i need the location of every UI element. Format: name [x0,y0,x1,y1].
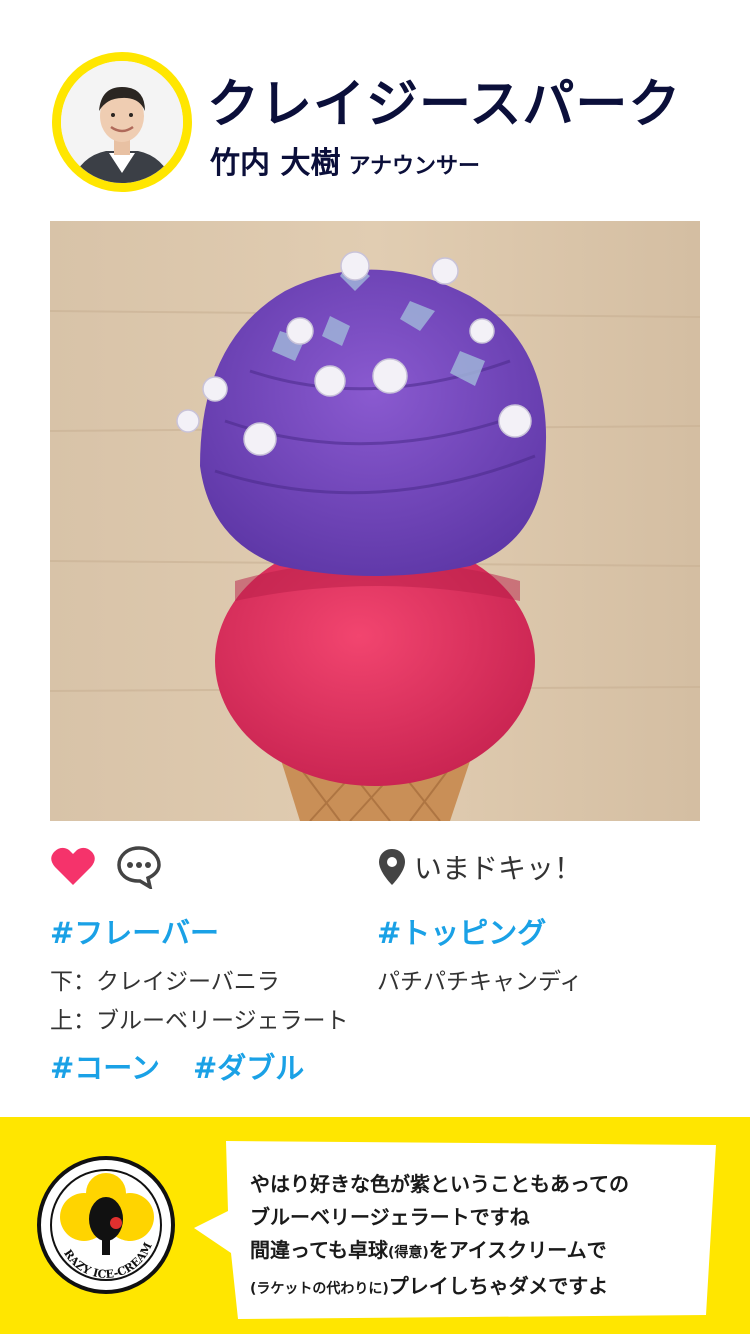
person-role: アナウンサー [348,154,481,179]
comment-line-1: やはり好きな色が紫ということもあっての [250,1172,629,1196]
comment-line-4: (ラケットの代わりに)プレイしちゃダメですよ [250,1274,609,1298]
like-button[interactable] [50,845,96,887]
cone-tag[interactable]: #コーン [50,1045,160,1087]
topping-value: パチパチキャンディ [377,969,583,995]
flavor-bottom: 下：クレイジーバニラ [50,969,280,995]
comment-button[interactable] [116,845,162,891]
double-tag[interactable]: #ダブル [193,1045,304,1087]
flavor-top: 上：ブルーベリージェラート [50,1008,349,1034]
avatar-portrait [61,61,183,183]
person-name: 竹内 大樹 [210,146,341,181]
comment-line-2: ブルーベリージェラートですね [250,1205,530,1229]
topping-tag[interactable]: #トッピング [377,910,546,952]
flavor-tag[interactable]: #フレーバー [50,910,219,952]
shop-logo: CRAZY ICE-CREAM [32,1145,176,1295]
comment-line-3: 間違っても卓球(得意)をアイスクリームで [250,1238,607,1262]
speech-bubble-icon [117,846,161,891]
location-label: いまドキッ！ [414,852,583,885]
location-pin [377,847,407,887]
ice-cream-photo [50,221,700,821]
map-pin-icon [379,849,405,885]
avatar-ring [52,52,192,192]
crazy-ice-cream-logo: CRAZY ICE-CREAM [32,1145,175,1294]
shop-title: クレイジースパーク [207,75,682,135]
person-name-line: 竹内 大樹 アナウンサー [210,138,480,182]
avatar [61,61,183,183]
heart-icon [51,847,95,885]
comment-text: やはり好きな色が紫ということもあっての ブルーベリージェラートですね 間違っても… [250,1168,629,1306]
